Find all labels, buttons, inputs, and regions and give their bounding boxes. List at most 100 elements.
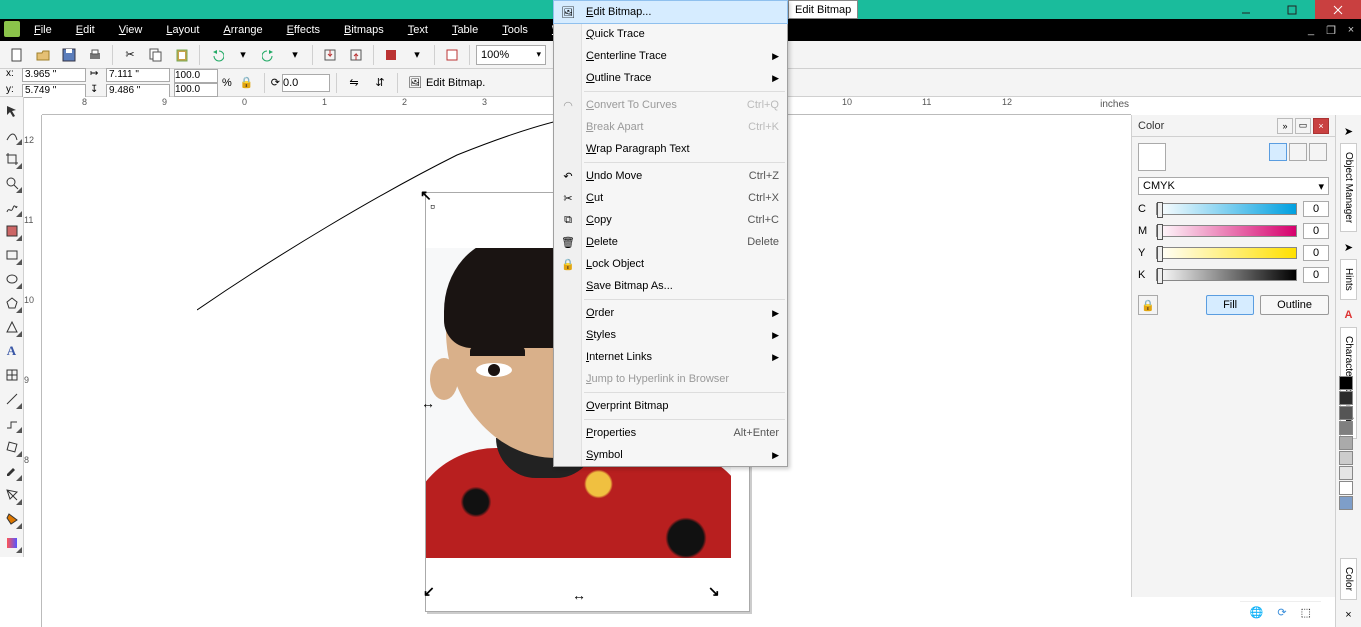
ellipse-tool[interactable]	[1, 268, 23, 290]
ctx-outline-trace[interactable]: Outline Trace▶	[554, 67, 787, 89]
slider-mode-button[interactable]	[1269, 143, 1287, 161]
redo-dropdown[interactable]: ▾	[284, 44, 306, 66]
char-tab-icon[interactable]: A	[1340, 306, 1358, 324]
menu-effects[interactable]: Effects	[275, 21, 332, 39]
color-close-icon[interactable]: ×	[1340, 606, 1358, 624]
rotate-input[interactable]	[282, 74, 330, 92]
scale-y-input[interactable]	[174, 83, 218, 97]
swatch[interactable]	[1339, 436, 1353, 450]
ctx-lock-object[interactable]: 🔒Lock Object	[554, 253, 787, 275]
outline-tool[interactable]	[1, 484, 23, 506]
fill-button[interactable]: Fill	[1206, 295, 1254, 315]
minimize-button[interactable]	[1223, 0, 1269, 19]
zoom-select[interactable]: 100%	[476, 45, 546, 65]
ctx-delete[interactable]: 🗑DeleteDelete	[554, 231, 787, 253]
fill-tool[interactable]	[1, 508, 23, 530]
print-button[interactable]	[84, 44, 106, 66]
interactive-fill-tool[interactable]	[1, 532, 23, 554]
globe-icon[interactable]: 🌐	[1250, 606, 1264, 619]
eyedropper-tool[interactable]	[1, 460, 23, 482]
panel-more-button[interactable]: »	[1277, 118, 1293, 134]
channel-K-input[interactable]	[1303, 267, 1329, 283]
menu-table[interactable]: Table	[440, 21, 490, 39]
app-launcher-button[interactable]	[380, 44, 402, 66]
undo-button[interactable]	[206, 44, 228, 66]
w-input[interactable]	[106, 68, 170, 82]
mirror-h-button[interactable]: ⇋	[343, 72, 365, 94]
channel-C-slider[interactable]	[1156, 203, 1297, 215]
rectangle-tool[interactable]	[1, 244, 23, 266]
swatch[interactable]	[1339, 391, 1353, 405]
swatch[interactable]	[1339, 481, 1353, 495]
menu-tools[interactable]: Tools	[490, 21, 540, 39]
channel-M-slider[interactable]	[1156, 225, 1297, 237]
interactive-tool[interactable]	[1, 436, 23, 458]
maximize-button[interactable]	[1269, 0, 1315, 19]
channel-Y-slider[interactable]	[1156, 247, 1297, 259]
outline-button[interactable]: Outline	[1260, 295, 1329, 315]
crop-tool[interactable]	[1, 148, 23, 170]
panel-close-button[interactable]: ×	[1313, 118, 1329, 134]
swatch[interactable]	[1339, 466, 1353, 480]
new-button[interactable]	[6, 44, 28, 66]
import-button[interactable]	[319, 44, 341, 66]
tab-object-manager[interactable]: Object Manager	[1340, 143, 1357, 232]
doc-restore-button[interactable]: ❐	[1321, 21, 1341, 39]
refresh-icon[interactable]: ⟳	[1277, 606, 1286, 619]
dimension-tool[interactable]	[1, 388, 23, 410]
panel-undock-button[interactable]: ▭	[1295, 118, 1311, 134]
ctx-symbol[interactable]: Symbol▶	[554, 444, 787, 466]
channel-M-input[interactable]	[1303, 223, 1329, 239]
tab-hints[interactable]: Hints	[1340, 259, 1357, 300]
mirror-v-button[interactable]: ⇵	[369, 72, 391, 94]
freehand-tool[interactable]	[1, 196, 23, 218]
menu-arrange[interactable]: Arrange	[211, 21, 274, 39]
close-button[interactable]	[1315, 0, 1361, 19]
ctx-properties[interactable]: PropertiesAlt+Enter	[554, 422, 787, 444]
zoom-tool[interactable]	[1, 172, 23, 194]
open-button[interactable]	[32, 44, 54, 66]
menu-edit[interactable]: Edit	[64, 21, 107, 39]
paste-button[interactable]	[171, 44, 193, 66]
table-tool[interactable]	[1, 364, 23, 386]
ctx-cut[interactable]: ✂CutCtrl+X	[554, 187, 787, 209]
menu-text[interactable]: Text	[396, 21, 440, 39]
ctx-styles[interactable]: Styles▶	[554, 324, 787, 346]
palette-mode-button[interactable]	[1309, 143, 1327, 161]
tab-color[interactable]: Color	[1340, 558, 1357, 600]
color-model-select[interactable]: CMYK	[1138, 177, 1329, 195]
basic-shapes-tool[interactable]	[1, 316, 23, 338]
ctx-copy[interactable]: ⧉CopyCtrl+C	[554, 209, 787, 231]
cube-icon[interactable]: ⬚	[1301, 606, 1311, 619]
doc-minimize-button[interactable]: _	[1301, 21, 1321, 39]
copy-button[interactable]	[145, 44, 167, 66]
welcome-button[interactable]: ▾	[406, 44, 428, 66]
export-button[interactable]	[345, 44, 367, 66]
menu-file[interactable]: File	[22, 21, 64, 39]
ctx-save-bitmap-as[interactable]: Save Bitmap As...	[554, 275, 787, 297]
polygon-tool[interactable]	[1, 292, 23, 314]
ctx-undo-move[interactable]: ↶Undo MoveCtrl+Z	[554, 165, 787, 187]
connector-tool[interactable]	[1, 412, 23, 434]
hint-tab-icon[interactable]: ➤	[1340, 238, 1358, 256]
pick-tool[interactable]	[1, 100, 23, 122]
swatch[interactable]	[1339, 451, 1353, 465]
ctx-quick-trace[interactable]: Quick Trace	[554, 23, 787, 45]
y-input[interactable]	[22, 84, 86, 98]
shape-tool[interactable]	[1, 124, 23, 146]
edit-bitmap-button[interactable]: 🖼 Edit Bitmap.	[404, 74, 489, 91]
scale-x-input[interactable]	[174, 69, 218, 83]
channel-C-input[interactable]	[1303, 201, 1329, 217]
channel-Y-input[interactable]	[1303, 245, 1329, 261]
lock-ratio-button[interactable]: 🔒	[236, 72, 258, 94]
doc-close-button[interactable]: ×	[1341, 21, 1361, 39]
smart-fill-tool[interactable]	[1, 220, 23, 242]
h-input[interactable]	[106, 84, 170, 98]
ctx-edit-bitmap[interactable]: 🖼Edit Bitmap...	[554, 1, 787, 23]
menu-bitmaps[interactable]: Bitmaps	[332, 21, 396, 39]
publish-pdf-button[interactable]	[441, 44, 463, 66]
lock-color-button[interactable]: 🔒	[1138, 295, 1158, 315]
menu-layout[interactable]: Layout	[154, 21, 211, 39]
swatch[interactable]	[1339, 406, 1353, 420]
ctx-centerline-trace[interactable]: Centerline Trace▶	[554, 45, 787, 67]
